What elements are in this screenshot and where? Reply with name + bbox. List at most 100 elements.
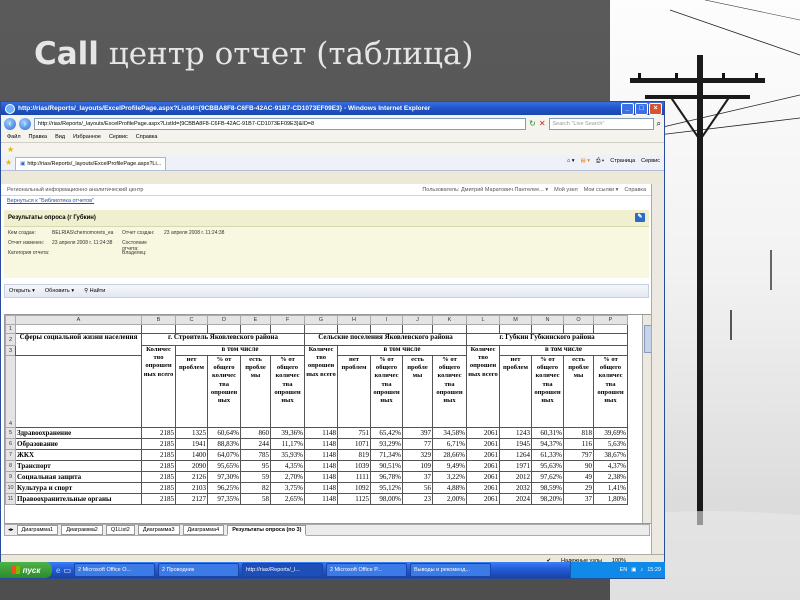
language-indicator[interactable]: EN: [620, 567, 628, 573]
value-cell[interactable]: 2061: [466, 471, 500, 483]
value-cell[interactable]: 4,37%: [593, 460, 628, 472]
value-cell[interactable]: 97,35%: [207, 493, 241, 505]
column-letter[interactable]: F: [270, 315, 305, 325]
page-menu[interactable]: Страница: [610, 158, 635, 165]
column-letter[interactable]: K: [432, 315, 467, 325]
value-cell[interactable]: 95,12%: [370, 482, 403, 494]
header-total-surveyed[interactable]: Количес тво опрошен ных всего: [304, 345, 338, 428]
value-cell[interactable]: 2061: [466, 460, 500, 472]
grid-vertical-scrollbar[interactable]: [642, 315, 651, 523]
value-cell[interactable]: 39,36%: [270, 427, 305, 439]
value-cell[interactable]: 2,38%: [593, 471, 628, 483]
row-number[interactable]: 11: [5, 493, 16, 505]
menu-favorites[interactable]: Избранное: [73, 134, 101, 140]
tools-menu[interactable]: Сервис: [641, 158, 660, 165]
task-explorer[interactable]: 2 Проводник: [158, 563, 240, 577]
spreadsheet-grid[interactable]: A B C D E F G H I J K L M N O P 1 2 Сферы социальной жизни…: [4, 314, 652, 524]
address-bar[interactable]: http://rias/Reports/_layouts/ExcelProfil…: [34, 117, 527, 130]
back-to-library-link[interactable]: Вернуться к "Библиотека отчетов": [1, 196, 652, 206]
sheet-tab[interactable]: Диаграмма3: [137, 525, 180, 535]
task-office-outlook[interactable]: 2 Microsoft Office O...: [74, 563, 156, 577]
value-cell[interactable]: 96,78%: [370, 471, 403, 483]
value-cell[interactable]: 818: [563, 427, 594, 439]
column-letter[interactable]: M: [499, 315, 532, 325]
row-number[interactable]: 9: [5, 471, 16, 483]
value-cell[interactable]: 64,07%: [207, 449, 241, 461]
back-arrow-icon[interactable]: ‹: [4, 117, 16, 130]
home-icon[interactable]: ⌂ ▾: [567, 158, 575, 165]
value-cell[interactable]: 59: [240, 471, 271, 483]
sheet-tab-active[interactable]: Результаты опроса (по 3): [227, 524, 307, 536]
column-letter[interactable]: C: [175, 315, 208, 325]
site-title[interactable]: Региональный информационно аналитический…: [7, 187, 143, 193]
value-cell[interactable]: 244: [240, 438, 271, 450]
value-cell[interactable]: 95: [240, 460, 271, 472]
refresh-menu[interactable]: Обновить ▾: [45, 288, 74, 294]
user-menu[interactable]: Пользователь: Дмитрий Маратович Пантелее…: [422, 187, 548, 193]
menu-edit[interactable]: Правка: [29, 134, 48, 140]
sphere-name-cell[interactable]: ЖКХ: [15, 449, 142, 461]
value-cell[interactable]: 77: [402, 438, 433, 450]
value-cell[interactable]: 97,30%: [207, 471, 241, 483]
header-total-surveyed[interactable]: Количес тво опрошен ных всего: [466, 345, 500, 428]
sheet-tab[interactable]: Диаграмма4: [182, 525, 225, 535]
clock[interactable]: 15:29: [647, 567, 661, 573]
value-cell[interactable]: 5,63%: [593, 438, 628, 450]
value-cell[interactable]: 98,00%: [370, 493, 403, 505]
help-link[interactable]: Справка: [624, 187, 646, 193]
value-cell[interactable]: 1148: [304, 460, 338, 472]
value-cell[interactable]: 28,66%: [432, 449, 467, 461]
value-cell[interactable]: 95,65%: [207, 460, 241, 472]
value-cell[interactable]: 96,25%: [207, 482, 241, 494]
column-letter[interactable]: L: [466, 315, 500, 325]
header-no-problems[interactable]: нет проблем: [337, 355, 371, 428]
value-cell[interactable]: 2061: [466, 438, 500, 450]
header-has-problems[interactable]: есть пробле мы: [402, 355, 433, 428]
value-cell[interactable]: 1243: [499, 427, 532, 439]
close-button[interactable]: ×: [649, 103, 662, 115]
value-cell[interactable]: 37: [402, 471, 433, 483]
header-group-gubkin[interactable]: г. Губкин Губкинского района: [466, 333, 628, 346]
empty-cell[interactable]: [304, 324, 338, 334]
maximize-button[interactable]: □: [635, 103, 648, 115]
empty-cell[interactable]: [402, 324, 433, 334]
empty-cell[interactable]: [499, 324, 532, 334]
row-number[interactable]: 8: [5, 460, 16, 472]
empty-cell[interactable]: [593, 324, 628, 334]
value-cell[interactable]: 38,67%: [593, 449, 628, 461]
value-cell[interactable]: 785: [240, 449, 271, 461]
value-cell[interactable]: 60,31%: [531, 427, 564, 439]
value-cell[interactable]: 88,83%: [207, 438, 241, 450]
header-total-surveyed[interactable]: Количес тво опрошен ных всего: [141, 345, 176, 428]
search-icon[interactable]: ⌕: [657, 119, 661, 129]
task-conclusions[interactable]: Выводы и рекоменд...: [410, 563, 492, 577]
page-vertical-scrollbar[interactable]: [651, 184, 664, 554]
value-cell[interactable]: 2127: [175, 493, 208, 505]
header-pct-no-problems[interactable]: % от общего количес тва опрошен ных: [531, 355, 564, 428]
value-cell[interactable]: 11,17%: [270, 438, 305, 450]
value-cell[interactable]: 1941: [175, 438, 208, 450]
browser-tab-active[interactable]: ▣ http://rias/Reports/_layouts/ExcelProf…: [15, 157, 167, 170]
empty-cell[interactable]: [141, 324, 176, 334]
task-ie[interactable]: http://rias/Reports/_l...: [242, 563, 324, 577]
value-cell[interactable]: 60,64%: [207, 427, 241, 439]
value-cell[interactable]: 109: [402, 460, 433, 472]
value-cell[interactable]: 1092: [337, 482, 371, 494]
value-cell[interactable]: 2090: [175, 460, 208, 472]
value-cell[interactable]: 9,49%: [432, 460, 467, 472]
value-cell[interactable]: 397: [402, 427, 433, 439]
header-no-problems[interactable]: нет проблем: [175, 355, 208, 428]
column-letter[interactable]: J: [402, 315, 433, 325]
value-cell[interactable]: 2061: [466, 449, 500, 461]
sheet-tab[interactable]: Диаграмма1: [16, 525, 59, 535]
empty-cell[interactable]: [15, 324, 142, 334]
column-letter[interactable]: N: [531, 315, 564, 325]
value-cell[interactable]: 34,58%: [432, 427, 467, 439]
empty-cell[interactable]: [370, 324, 403, 334]
value-cell[interactable]: 329: [402, 449, 433, 461]
header-sphere[interactable]: Сферы социальной жизни населения: [15, 333, 142, 356]
row-number[interactable]: 5: [5, 427, 16, 439]
feeds-icon[interactable]: ▤ ▾: [580, 158, 590, 165]
value-cell[interactable]: 4,35%: [270, 460, 305, 472]
value-cell[interactable]: 65,42%: [370, 427, 403, 439]
